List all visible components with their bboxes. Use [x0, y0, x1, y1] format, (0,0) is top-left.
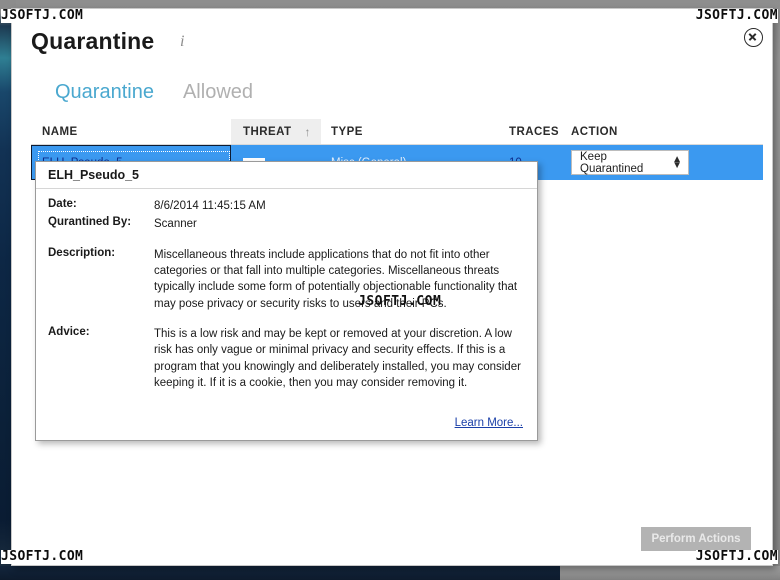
spinner-arrows-icon[interactable]: ▲ ▼: [672, 155, 682, 170]
detail-date-label: Date:: [48, 198, 77, 210]
detail-advice-label: Advice:: [48, 325, 90, 338]
detail-quarantined-by-label: Qurantined By:: [48, 216, 132, 229]
tab-allowed[interactable]: Allowed: [183, 81, 253, 104]
detail-quarantined-by-row: Qurantined By: Scanner: [48, 216, 523, 232]
tab-quarantine[interactable]: Quarantine: [55, 81, 154, 104]
column-header-action[interactable]: ACTION: [567, 119, 757, 144]
column-header-name[interactable]: NAME: [31, 119, 231, 144]
detail-description-row: Description: Miscellaneous threats inclu…: [48, 247, 523, 312]
column-header-threat-label: THREAT: [243, 125, 292, 138]
detail-date-row: Date: 8/6/2014 11:45:15 AM: [48, 198, 523, 214]
detail-title: ELH_Pseudo_5: [36, 162, 537, 189]
sort-ascending-icon: ↑: [304, 124, 311, 139]
page-title: Quarantine: [31, 28, 155, 54]
action-select[interactable]: Keep Quarantined ▲ ▼: [571, 150, 689, 175]
table-header-row: NAME THREAT ↑ TYPE TRACES ACTION: [31, 119, 763, 145]
detail-quarantined-by-value: Scanner: [154, 218, 197, 231]
threat-detail-popup: ELH_Pseudo_5 Date: 8/6/2014 11:45:15 AM …: [35, 161, 538, 442]
action-select-value: Keep Quarantined: [580, 150, 644, 175]
quarantine-window: Quarantine i Quarantine Allowed NAME THR…: [11, 8, 773, 566]
window-title-bar: Quarantine i: [12, 9, 772, 69]
perform-actions-button[interactable]: Perform Actions: [641, 527, 751, 551]
info-icon[interactable]: i: [180, 33, 184, 51]
detail-description-value: Miscellaneous threats include applicatio…: [154, 248, 518, 310]
detail-body: Date: 8/6/2014 11:45:15 AM Qurantined By…: [36, 189, 537, 403]
detail-advice-value: This is a low risk and may be kept or re…: [154, 327, 521, 389]
column-header-type[interactable]: TYPE: [321, 119, 507, 144]
learn-more-row: Learn More...: [36, 403, 537, 440]
detail-advice-row: Advice: This is a low risk and may be ke…: [48, 326, 523, 391]
tab-bar: Quarantine Allowed: [55, 81, 253, 104]
cell-action: Keep Quarantined ▲ ▼: [567, 145, 757, 180]
close-icon[interactable]: [744, 28, 763, 47]
learn-more-link[interactable]: Learn More...: [455, 417, 523, 429]
detail-description-label: Description:: [48, 246, 116, 259]
desktop-taskbar-strip: [0, 566, 560, 580]
column-header-traces[interactable]: TRACES: [507, 119, 567, 144]
detail-date-value: 8/6/2014 11:45:15 AM: [154, 200, 266, 212]
column-header-threat[interactable]: THREAT ↑: [231, 119, 321, 144]
